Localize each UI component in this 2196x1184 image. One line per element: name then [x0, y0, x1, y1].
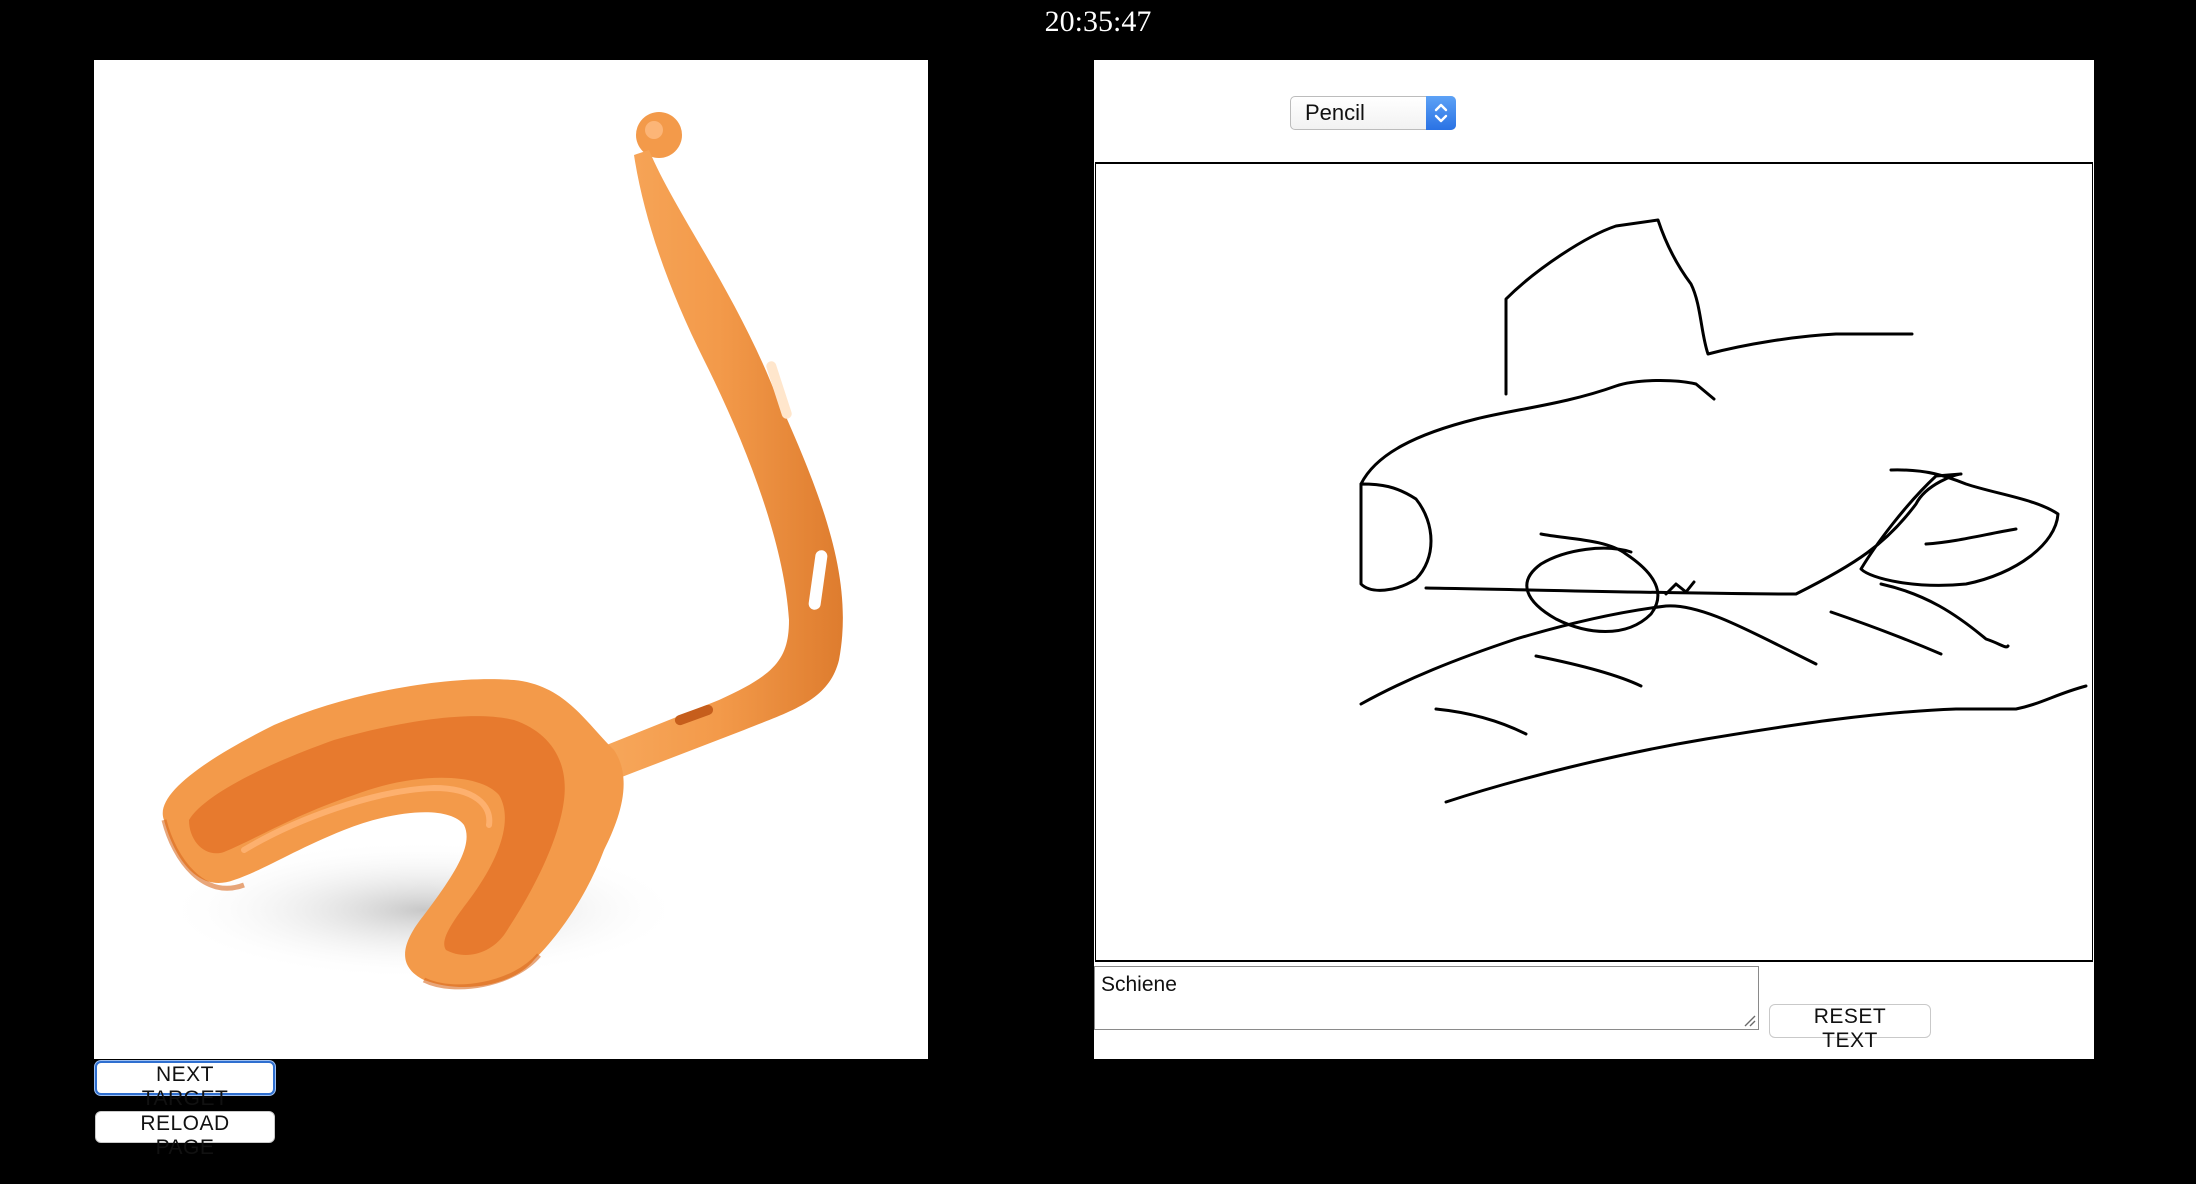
- clock: 20:35:47: [1044, 5, 1152, 38]
- reload-page-button[interactable]: RELOAD PAGE: [95, 1111, 275, 1159]
- mouthguard-image: [161, 112, 843, 990]
- up-down-chevron-icon: [1426, 96, 1456, 130]
- target-image-panel: [94, 60, 928, 1059]
- drawing-panel: Pencil RESET TEXT: [1094, 60, 2094, 1059]
- tool-select[interactable]: Pencil: [1290, 96, 1456, 130]
- reset-text-button[interactable]: RESET TEXT: [1769, 1004, 1931, 1052]
- drawing-canvas[interactable]: [1095, 162, 2093, 962]
- tool-select-value: Pencil: [1305, 100, 1365, 125]
- next-target-button[interactable]: NEXT TARGET: [95, 1061, 275, 1110]
- description-textarea[interactable]: [1094, 966, 1759, 1030]
- resize-grip-icon[interactable]: [1742, 1013, 1756, 1027]
- sketch-strokes: [1359, 218, 2088, 804]
